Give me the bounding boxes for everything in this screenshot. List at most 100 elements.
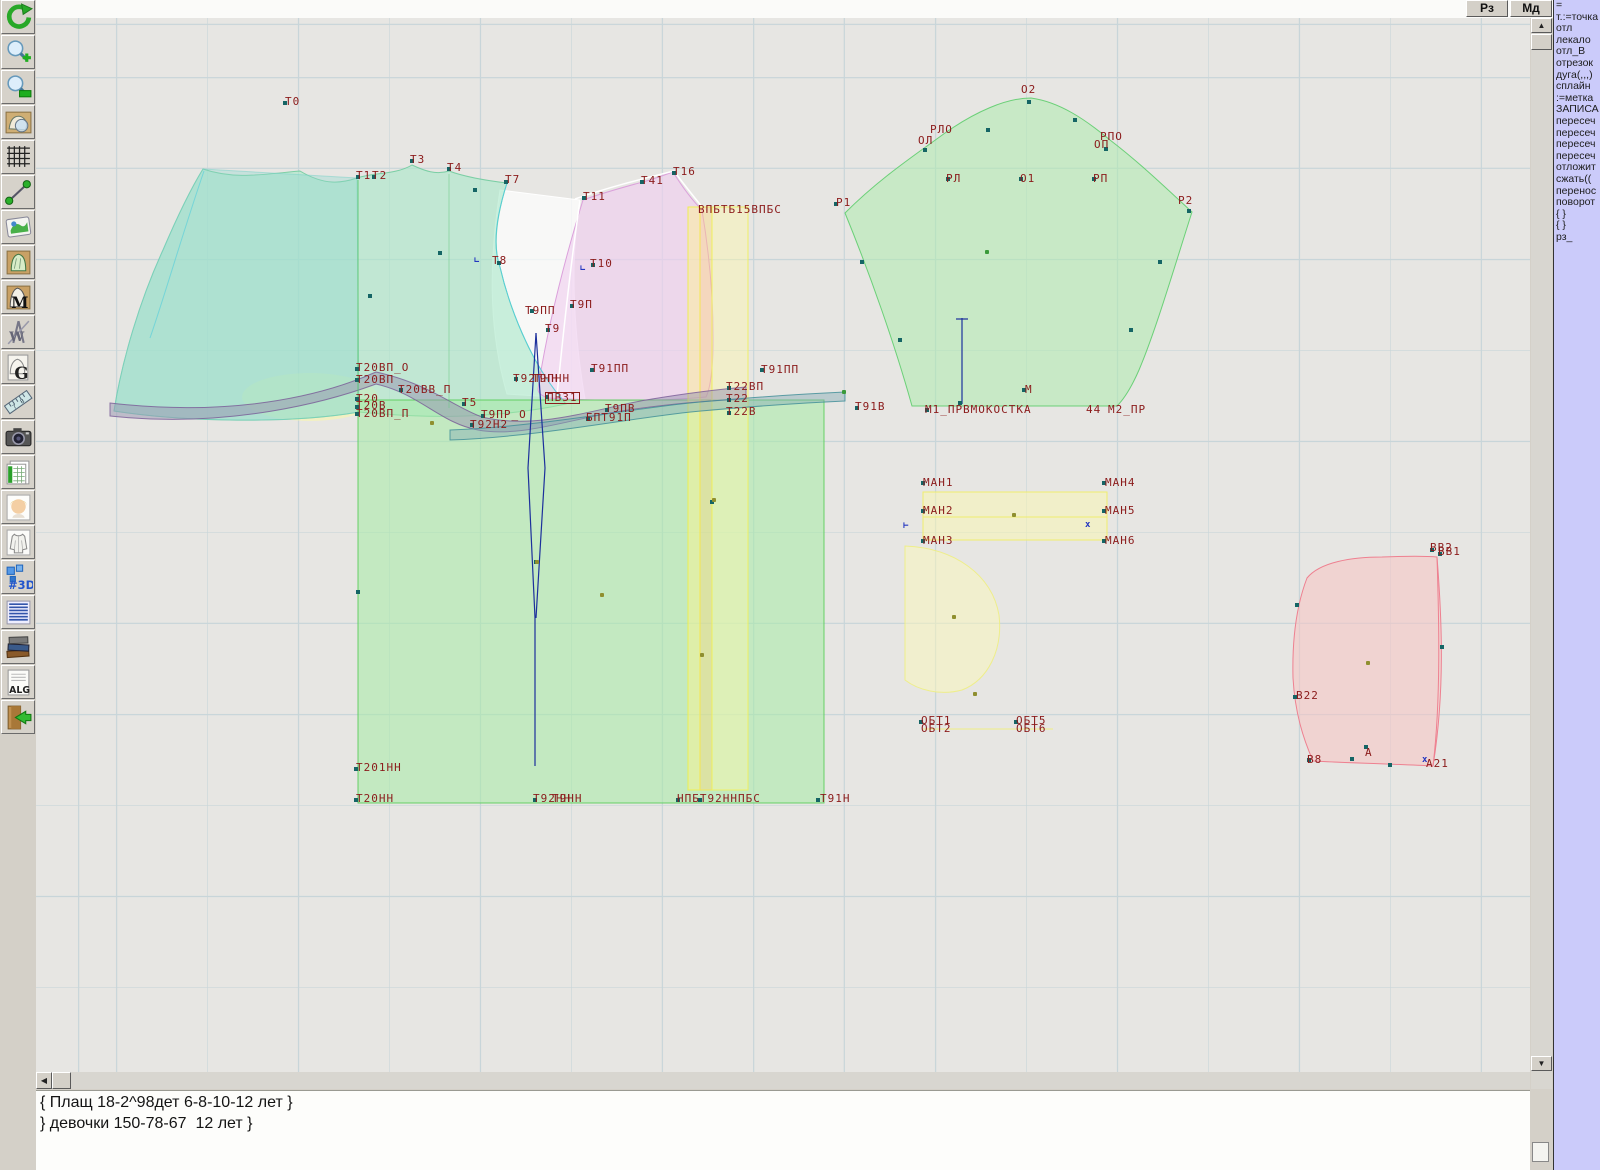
refresh-icon: [4, 3, 33, 32]
point-marker: [898, 338, 902, 342]
pattern-canvas[interactable]: xx∟⊢∟Т0Т3Т4Т1Т2Т7Т8Т11Т41Т16ВПБТБ15ВПБСТ…: [36, 18, 1530, 1072]
point-marker: [921, 509, 925, 513]
point-marker: [1440, 645, 1444, 649]
pattern-g-button[interactable]: G: [1, 350, 35, 384]
sidebar-command-20[interactable]: рз_: [1554, 232, 1600, 244]
vertical-scroll-thumb[interactable]: [1531, 34, 1552, 50]
sidebar-command-10[interactable]: пересеч: [1554, 116, 1600, 128]
measure-line-button[interactable]: [1, 175, 35, 209]
image-icon: [4, 213, 33, 242]
vertical-scrollbar[interactable]: [1531, 18, 1552, 1072]
point-marker: [1295, 603, 1299, 607]
status-line-1: { Плащ 18-2^98дет 6-8-10-12 лет }: [40, 1094, 1530, 1112]
zoom-out-icon: [4, 73, 33, 102]
point-marker: [1102, 481, 1106, 485]
pattern-piece-button[interactable]: [1, 245, 35, 279]
point-marker: [1350, 757, 1354, 761]
sidebar-command-15[interactable]: сжать((: [1554, 174, 1600, 186]
svg-text:W: W: [8, 328, 25, 344]
image-button[interactable]: [1, 210, 35, 244]
point-marker: [355, 378, 359, 382]
sidebar-command-0[interactable]: =: [1554, 0, 1600, 12]
table-button[interactable]: [1, 455, 35, 489]
point-marker: [514, 377, 518, 381]
exit-icon: [4, 703, 33, 732]
olive-dot: [712, 498, 716, 502]
books-button[interactable]: [1, 630, 35, 664]
sleeve-cap-piece: [845, 98, 1192, 406]
sidebar-command-5[interactable]: отрезок: [1554, 58, 1600, 70]
piece-preview-button[interactable]: [1, 105, 35, 139]
grid-button[interactable]: [1, 140, 35, 174]
olive-dot: [1012, 513, 1016, 517]
zoom-in-icon: [4, 38, 33, 67]
refresh-button[interactable]: [1, 0, 35, 34]
yellow-strip-1: [688, 207, 700, 790]
point-marker: [1102, 539, 1106, 543]
list-icon: [4, 598, 33, 627]
blue-mark: ∟: [474, 256, 479, 266]
point-marker: [570, 304, 574, 308]
pattern-drawing: [36, 18, 1530, 1072]
point-marker: [356, 590, 360, 594]
bodice-front-overlay: [114, 169, 359, 420]
status-line-2: } девочки 150-78-67 12 лет }: [40, 1115, 1530, 1133]
point-marker: [855, 406, 859, 410]
md-button[interactable]: Мд: [1510, 0, 1552, 17]
measure-line-icon: [4, 178, 33, 207]
portrait-button[interactable]: [1, 490, 35, 524]
point-marker: [727, 386, 731, 390]
point-marker: [481, 414, 485, 418]
point-marker: [1364, 745, 1368, 749]
point-marker: [497, 261, 501, 265]
point-marker: [986, 128, 990, 132]
point-marker: [355, 405, 359, 409]
point-marker: [545, 395, 549, 399]
point-marker: [605, 408, 609, 412]
scroll-down-button[interactable]: ▼: [1531, 1056, 1552, 1071]
horizontal-scrollbar[interactable]: [36, 1072, 1530, 1089]
camera-button[interactable]: [1, 420, 35, 454]
point-marker: [283, 101, 287, 105]
point-marker: [919, 720, 923, 724]
point-marker: [1388, 763, 1392, 767]
point-marker: [533, 798, 537, 802]
sidebar-command-17[interactable]: поворот: [1554, 197, 1600, 209]
point-marker: [354, 798, 358, 802]
point-marker: [816, 798, 820, 802]
sidebar-command-7[interactable]: сплайн: [1554, 81, 1600, 93]
point-marker: [368, 294, 372, 298]
point-marker: [355, 367, 359, 371]
sidebar-command-12[interactable]: пересеч: [1554, 139, 1600, 151]
zoom-out-button[interactable]: [1, 70, 35, 104]
point-marker: [591, 263, 595, 267]
olive-dot: [600, 593, 604, 597]
ruler-button[interactable]: 78: [1, 385, 35, 419]
blue-mark: ∟: [580, 264, 585, 274]
horizontal-scroll-thumb[interactable]: [52, 1072, 71, 1089]
alg-button[interactable]: ALG: [1, 665, 35, 699]
exit-button[interactable]: [1, 700, 35, 734]
compass-w-icon: W: [4, 318, 33, 347]
pattern-m-button[interactable]: M: [1, 280, 35, 314]
compass-w-button[interactable]: W: [1, 315, 35, 349]
command-sidebar: =т.:=точкаотллекалоотл_Вотрезокдуга(,,,)…: [1553, 0, 1600, 1170]
olive-dot: [700, 653, 704, 657]
rz-button[interactable]: Рз: [1466, 0, 1508, 17]
point-marker: [355, 397, 359, 401]
view-3d-button[interactable]: #3D: [1, 560, 35, 594]
point-marker: [582, 196, 586, 200]
scroll-left-button[interactable]: ◀: [36, 1072, 52, 1089]
point-marker: [698, 798, 702, 802]
point-marker: [354, 767, 358, 771]
books-icon: [4, 633, 33, 662]
point-marker: [1027, 100, 1031, 104]
zoom-in-button[interactable]: [1, 35, 35, 69]
grid-icon: [4, 143, 33, 172]
list-button[interactable]: [1, 595, 35, 629]
green-dot: [985, 250, 989, 254]
garment-button[interactable]: [1, 525, 35, 559]
scroll-up-button[interactable]: ▲: [1531, 18, 1552, 33]
point-marker: [546, 328, 550, 332]
portrait-icon: [4, 493, 33, 522]
